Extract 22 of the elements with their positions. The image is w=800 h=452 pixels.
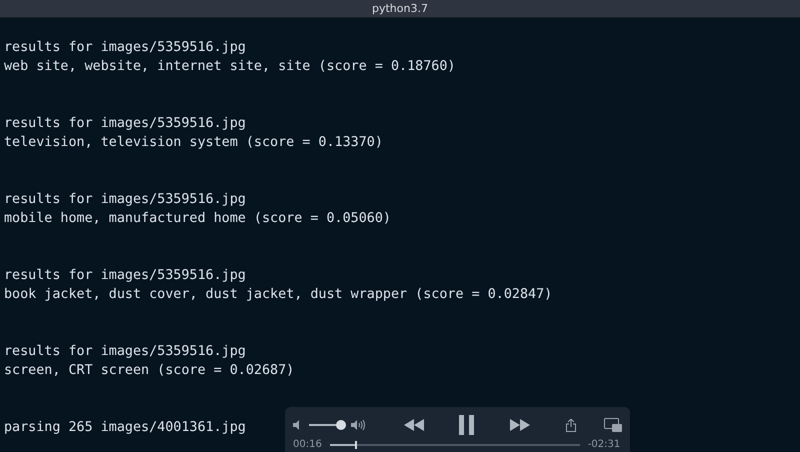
window-title: python3.7 xyxy=(372,2,428,15)
terminal-line: mobile home, manufactured home (score = 0.05060) xyxy=(4,210,391,228)
terminal-line: results for images/5359516.jpg xyxy=(4,343,246,361)
terminal-line: web site, website, internet site, site (score = 0.18760) xyxy=(4,58,456,76)
terminal-line: results for images/5359516.jpg xyxy=(4,267,246,285)
terminal-line: screen, CRT screen (score = 0.02687) xyxy=(4,362,294,380)
slider-thumb[interactable] xyxy=(336,420,346,430)
speaker-high-icon xyxy=(351,420,367,430)
picture-in-picture-button[interactable] xyxy=(604,418,622,432)
terminal-line: results for images/5359516.jpg xyxy=(4,115,246,133)
playhead[interactable] xyxy=(354,440,357,448)
terminal-line: television, television system (score = 0.13370) xyxy=(4,134,383,152)
terminal-line: parsing 265 images/4001361.jpg xyxy=(4,419,246,437)
terminal-line: results for images/5359516.jpg xyxy=(4,39,246,57)
rewind-button[interactable] xyxy=(404,419,424,431)
terminal-line: book jacket, dust cover, dust jacket, dust wrapper (score = 0.02847) xyxy=(4,286,552,304)
terminal-line: results for images/5359516.jpg xyxy=(4,191,246,209)
remaining-time: -02:31 xyxy=(588,439,620,450)
fast-forward-button[interactable] xyxy=(510,419,530,431)
elapsed-time: 00:16 xyxy=(293,439,322,450)
pause-button[interactable] xyxy=(458,415,476,435)
share-button[interactable] xyxy=(566,418,576,432)
